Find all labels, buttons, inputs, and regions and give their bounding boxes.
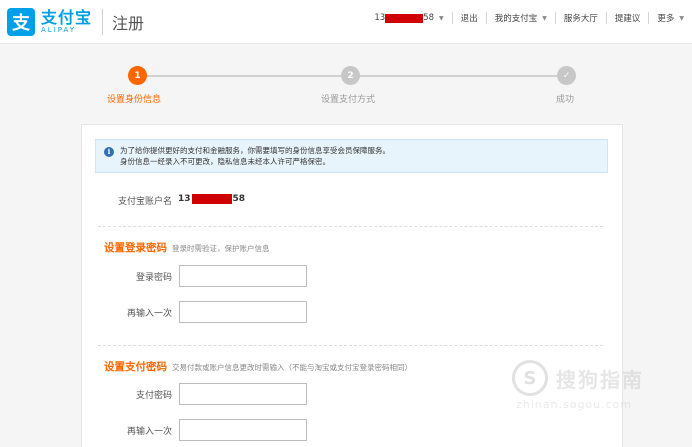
step-connector [147, 75, 341, 77]
chevron-down-icon: ▼ [679, 14, 684, 22]
login-password-confirm-input[interactable] [179, 301, 307, 323]
section-divider [98, 226, 603, 227]
more-label: 更多 [657, 14, 675, 24]
sogou-logo-icon: S [512, 360, 548, 396]
pay-section-title: 设置支付密码 [104, 361, 167, 373]
login-section-subtitle: 登录时需验证，保护账户信息 [172, 244, 270, 253]
redaction-mark [385, 13, 424, 23]
pay-password-confirm-row: 再输入一次 [82, 419, 622, 441]
pay-password-label: 支付密码 [135, 391, 172, 401]
pay-password-confirm-input[interactable] [179, 419, 307, 441]
step-1-label: 设置身份信息 [107, 95, 162, 105]
service-hall-link[interactable]: 服务大厅 [554, 12, 606, 24]
account-value: 13 58 [178, 194, 245, 204]
account-row: 支付宝账户名 13 58 [82, 193, 622, 207]
login-password-label: 登录密码 [135, 273, 172, 283]
login-password-section-title: 设置登录密码 登录时需验证，保护账户信息 [104, 240, 270, 255]
step-1-circle: 1 [128, 66, 147, 85]
logout-link[interactable]: 退出 [451, 12, 486, 24]
login-password-confirm-label: 再输入一次 [126, 309, 172, 319]
account-value-suffix: 58 [232, 194, 246, 204]
redaction-mark [191, 194, 232, 204]
pay-section-subtitle: 交易付款或账户信息更改时需输入（不能与淘宝或支付宝登录密码相同） [172, 363, 412, 372]
pay-password-section-title: 设置支付密码 交易付款或账户信息更改时需输入（不能与淘宝或支付宝登录密码相同） [104, 359, 412, 374]
alipay-logo[interactable]: 支 支付宝 ALIPAY 注册 [7, 8, 144, 36]
step-3-check-icon: ✓ [557, 66, 576, 85]
top-header: 支 支付宝 ALIPAY 注册 13 58 ▼ 退出 我的支付宝 ▼ 服务大厅 … [0, 0, 692, 44]
logo-divider [102, 9, 104, 35]
chevron-down-icon: ▼ [439, 14, 444, 22]
suggestion-link[interactable]: 提建议 [605, 12, 649, 24]
my-alipay-label: 我的支付宝 [494, 14, 538, 24]
step-2-label: 设置支付方式 [321, 95, 376, 105]
chevron-down-icon: ▼ [542, 14, 547, 22]
account-prefix: 13 [374, 13, 386, 23]
section-divider [98, 345, 603, 346]
pay-password-input[interactable] [179, 383, 307, 405]
login-section-title: 设置登录密码 [104, 242, 167, 254]
step-2-circle: 2 [341, 66, 360, 85]
info-notice: i 为了给你提供更好的支付和金融服务，你需要填写的身份信息享受会员保障服务。 身… [95, 139, 608, 173]
info-icon: i [104, 147, 114, 157]
svg-text:支: 支 [11, 12, 31, 34]
more-menu[interactable]: 更多 ▼ [648, 12, 692, 24]
step-3-label: 成功 [556, 95, 575, 105]
logo-chinese-text: 支付宝 [41, 8, 93, 27]
my-alipay-menu[interactable]: 我的支付宝 ▼ [485, 12, 555, 24]
alipay-logo-icon: 支 [7, 8, 35, 36]
account-menu[interactable]: 13 58 ▼ [366, 12, 451, 24]
account-label: 支付宝账户名 [117, 197, 172, 207]
login-password-confirm-row: 再输入一次 [82, 301, 622, 323]
login-password-input[interactable] [179, 265, 307, 287]
account-value-prefix: 13 [178, 194, 191, 204]
page-title: 注册 [112, 14, 145, 33]
login-password-row: 登录密码 [82, 265, 622, 287]
registration-steps: 1 2 ✓ 设置身份信息 设置支付方式 成功 [0, 44, 692, 124]
top-nav: 13 58 ▼ 退出 我的支付宝 ▼ 服务大厅 提建议 更多 ▼ [366, 11, 692, 25]
logo-english-text: ALIPAY [41, 26, 77, 34]
watermark-text: 搜狗指南 [556, 368, 644, 392]
notice-line-2: 身份信息一经录入不可更改，隐私信息未经本人许可严格保密。 [120, 157, 330, 166]
step-connector [359, 75, 557, 77]
pay-password-confirm-label: 再输入一次 [126, 427, 172, 437]
watermark-url: zhinan.sogou.com [516, 398, 633, 411]
account-suffix: 58 [423, 13, 435, 23]
notice-line-1: 为了给你提供更好的支付和金融服务，你需要填写的身份信息享受会员保障服务。 [120, 146, 390, 155]
sogou-watermark: S 搜狗指南 zhinan.sogou.com [500, 356, 680, 416]
